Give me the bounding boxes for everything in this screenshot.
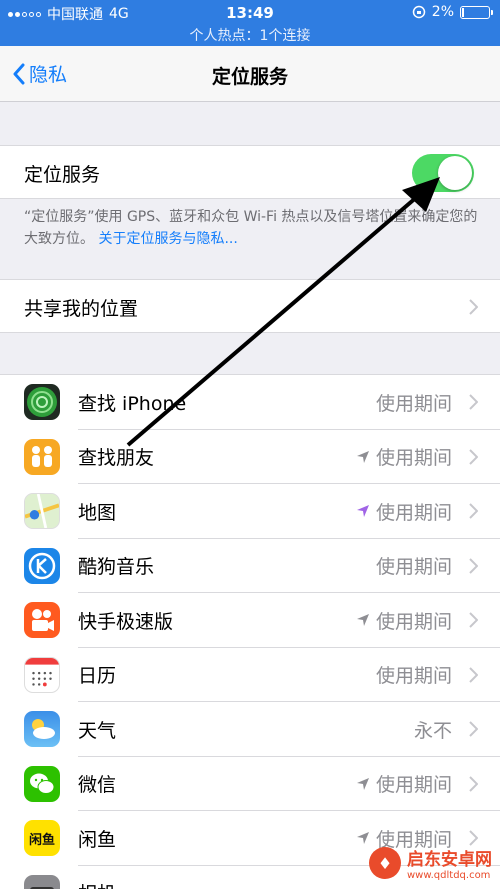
location-footnote: “定位服务”使用 GPS、蓝牙和众包 Wi-Fi 热点以及信号塔位置来确定您的大… bbox=[24, 206, 484, 250]
kugou-icon bbox=[24, 547, 60, 584]
watermark: ♦ 启东安卓网 www.qdltdq.com bbox=[369, 845, 492, 881]
permission-value: 使用期间 bbox=[356, 607, 452, 634]
wechat-icon bbox=[24, 765, 60, 802]
location-arrow-icon bbox=[356, 832, 369, 845]
permission-value: 使用期间 bbox=[375, 665, 452, 688]
find-friends-icon bbox=[24, 438, 60, 475]
app-row-maps[interactable]: 地图 使用期间 bbox=[0, 484, 500, 539]
watermark-brand: 启东安卓网 bbox=[407, 850, 492, 870]
app-name: 酷狗音乐 bbox=[78, 556, 155, 579]
kuaishou-icon bbox=[24, 602, 60, 639]
app-name: 快手极速版 bbox=[78, 610, 174, 633]
permission-value: 使用期间 bbox=[356, 770, 452, 797]
app-row-kuaishou[interactable]: 快手极速版 使用期间 bbox=[0, 593, 500, 648]
app-name: 微信 bbox=[78, 774, 117, 797]
chevron-right-icon bbox=[469, 558, 478, 574]
status-bar: 中国联通 4G 13:49 2% 个人热点：1个连接 bbox=[0, 0, 500, 46]
footnote-text: “定位服务”使用 GPS、蓝牙和众包 Wi-Fi 热点以及信号塔位置来确定您的大… bbox=[24, 209, 478, 247]
permission-value: 使用期间 bbox=[356, 498, 452, 525]
page-title: 定位服务 bbox=[211, 66, 288, 88]
location-arrow-icon bbox=[356, 450, 369, 463]
share-location-row[interactable]: 共享我的位置 bbox=[0, 280, 500, 334]
share-location-label: 共享我的位置 bbox=[24, 297, 139, 320]
app-name: 相机 bbox=[78, 879, 116, 889]
weather-icon bbox=[24, 711, 60, 748]
location-arrow-icon bbox=[356, 505, 369, 518]
maps-icon bbox=[24, 493, 60, 530]
camera-icon bbox=[24, 874, 60, 889]
battery-percent: 2% bbox=[431, 4, 454, 20]
chevron-right-icon bbox=[469, 721, 478, 737]
app-name: 闲鱼 bbox=[78, 828, 117, 851]
location-services-label: 定位服务 bbox=[24, 163, 101, 186]
app-name: 日历 bbox=[78, 665, 117, 688]
chevron-right-icon bbox=[469, 667, 478, 683]
location-services-row: 定位服务 bbox=[0, 146, 500, 200]
app-row-kugou[interactable]: 酷狗音乐 使用期间 bbox=[0, 539, 500, 593]
chevron-right-icon bbox=[469, 394, 478, 410]
app-name: 查找朋友 bbox=[78, 447, 155, 470]
app-row-wechat[interactable]: 微信 使用期间 bbox=[0, 757, 500, 811]
chevron-right-icon bbox=[469, 449, 478, 465]
location-arrow-icon bbox=[356, 614, 369, 627]
app-row-find-iphone[interactable]: 查找 iPhone 使用期间 bbox=[0, 375, 500, 430]
app-row-calendar[interactable]: 日历 使用期间 bbox=[0, 648, 500, 702]
app-name: 天气 bbox=[78, 719, 117, 742]
battery-icon bbox=[460, 5, 493, 19]
chevron-right-icon bbox=[469, 612, 478, 628]
xianyu-icon: 闲鱼 bbox=[24, 820, 60, 857]
location-services-toggle[interactable] bbox=[412, 154, 474, 192]
app-row-weather[interactable]: 天气 永不 bbox=[0, 702, 500, 757]
permission-value: 使用期间 bbox=[375, 392, 452, 415]
permission-value: 使用期间 bbox=[375, 556, 452, 579]
rotation-lock-icon bbox=[412, 5, 426, 19]
chevron-right-icon bbox=[469, 503, 478, 519]
app-list: 查找 iPhone 使用期间 查找朋友 使用期间 地图 使用期间 酷狗音乐 使用… bbox=[0, 374, 500, 889]
chevron-right-icon bbox=[469, 830, 478, 846]
find-iphone-icon bbox=[24, 384, 60, 421]
app-name: 查找 iPhone bbox=[78, 392, 187, 415]
calendar-icon bbox=[24, 656, 60, 693]
hotspot-banner[interactable]: 个人热点：1个连接 bbox=[0, 25, 500, 45]
permission-value: 永不 bbox=[413, 719, 452, 742]
app-row-find-friends[interactable]: 查找朋友 使用期间 bbox=[0, 430, 500, 484]
chevron-right-icon bbox=[469, 299, 478, 315]
share-location-group: 共享我的位置 bbox=[0, 279, 500, 333]
navigation-bar: 隐私 定位服务 bbox=[0, 46, 500, 102]
chevron-right-icon bbox=[469, 776, 478, 792]
location-services-group: 定位服务 bbox=[0, 145, 500, 199]
app-name: 地图 bbox=[78, 501, 117, 524]
privacy-link[interactable]: 关于定位服务与隐私... bbox=[98, 231, 237, 247]
watermark-logo-icon: ♦ bbox=[369, 847, 401, 879]
watermark-url: www.qdltdq.com bbox=[407, 870, 491, 881]
permission-value: 使用期间 bbox=[356, 443, 452, 470]
location-arrow-icon bbox=[356, 777, 369, 790]
